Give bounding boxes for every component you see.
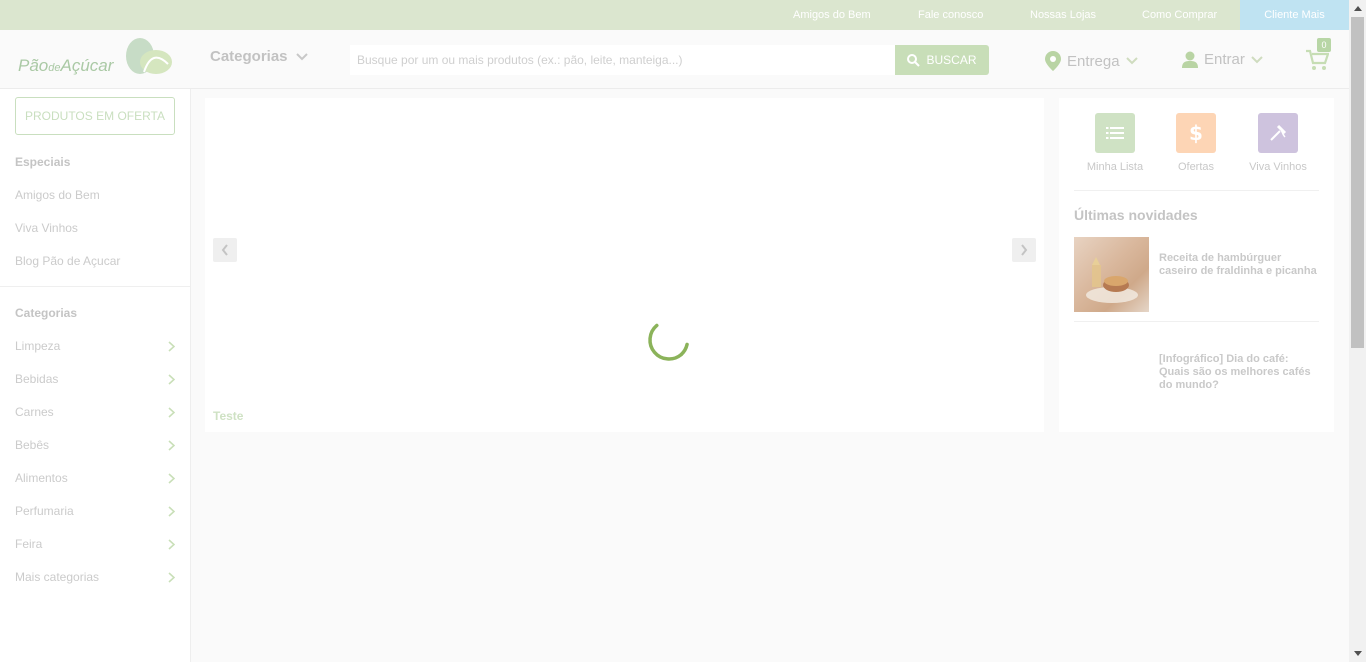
chevron-right-icon (168, 406, 175, 418)
news-link-dia-do-cafe[interactable]: [Infográfico] Dia do café: Quais são os … (1159, 353, 1319, 392)
news-link-hamburguer[interactable]: Receita de hambúrguer caseiro de fraldin… (1159, 252, 1319, 278)
sidebar-item-label: Mais categorias (15, 570, 100, 584)
panel-divider (1074, 190, 1319, 191)
sidebar-item-label: Carnes (15, 405, 54, 419)
chevron-right-icon (168, 538, 175, 550)
top-utility-bar: Amigos do Bem Fale conosco Nossas Lojas … (0, 0, 1349, 30)
entrar-dropdown[interactable]: Entrar (1182, 51, 1263, 68)
quick-link-label: Minha Lista (1086, 161, 1144, 173)
categorias-dropdown[interactable]: Categorias (210, 48, 308, 65)
ultimas-novidades-heading: Últimas novidades (1074, 207, 1198, 223)
right-panel: Minha Lista $ Ofertas Viva Vinhos Última… (1059, 98, 1334, 432)
sidebar-item-bebidas[interactable]: Bebidas (15, 372, 175, 386)
pao-de-acucar-logo[interactable]: PãodeAçúcar (18, 38, 173, 82)
scroll-up-arrow-icon[interactable] (1349, 0, 1366, 17)
banner-caption[interactable]: Teste (213, 409, 243, 423)
sidebar-item-limpeza[interactable]: Limpeza (15, 339, 175, 353)
sidebar-item-perfumaria[interactable]: Perfumaria (15, 504, 175, 518)
categorias-heading: Categorias (15, 306, 78, 320)
sidebar-divider (0, 286, 190, 287)
news-thumbnail-image[interactable] (1074, 237, 1149, 312)
sidebar-item-viva-vinhos[interactable]: Viva Vinhos (15, 221, 175, 235)
chevron-down-icon (1251, 55, 1263, 63)
cliente-mais-button[interactable]: Cliente Mais (1240, 0, 1349, 30)
main-header: PãodeAçúcar Categorias BUSCAR Entrega En… (0, 30, 1349, 89)
user-icon (1182, 51, 1198, 68)
search-button[interactable]: BUSCAR (895, 45, 989, 75)
quick-link-ofertas[interactable]: $ Ofertas (1156, 113, 1236, 173)
produtos-em-oferta-button[interactable]: PRODUTOS EM OFERTA (15, 97, 175, 135)
scrollbar-thumb[interactable] (1351, 17, 1364, 348)
chevron-right-icon (168, 373, 175, 385)
list-icon (1095, 113, 1135, 153)
chevron-left-icon (221, 244, 228, 256)
search-button-label: BUSCAR (926, 53, 977, 67)
carousel-prev-button[interactable] (213, 238, 237, 262)
sidebar-item-label: Bebês (15, 438, 50, 452)
chevron-right-icon (168, 340, 175, 352)
logo-leaf-icon (126, 38, 172, 74)
cart-button[interactable]: 0 (1305, 38, 1333, 74)
search-icon (907, 53, 921, 67)
sidebar-item-feira[interactable]: Feira (15, 537, 175, 551)
dollar-icon: $ (1176, 113, 1216, 153)
quick-link-minha-lista[interactable]: Minha Lista (1075, 113, 1155, 173)
sidebar-item-amigos-do-bem[interactable]: Amigos do Bem (15, 188, 175, 202)
sidebar-item-blog[interactable]: Blog Pão de Açucar (15, 254, 175, 268)
sidebar-item-alimentos[interactable]: Alimentos (15, 471, 175, 485)
chevron-right-icon (168, 472, 175, 484)
topbar-link-fale-conosco[interactable]: Fale conosco (918, 0, 983, 30)
sidebar-item-label: Blog Pão de Açucar (15, 254, 121, 268)
especiais-heading: Especiais (15, 155, 71, 169)
categorias-label: Categorias (210, 48, 288, 65)
sidebar-item-label: Feira (15, 537, 43, 551)
left-sidebar: PRODUTOS EM OFERTA Especiais Amigos do B… (0, 89, 191, 662)
loading-spinner-icon (648, 323, 689, 361)
chevron-right-icon (168, 571, 175, 583)
carousel-next-button[interactable] (1012, 238, 1036, 262)
topbar-link-amigos-do-bem[interactable]: Amigos do Bem (793, 0, 871, 30)
sidebar-item-label: Perfumaria (15, 504, 74, 518)
chevron-right-icon (168, 505, 175, 517)
chevron-right-icon (168, 439, 175, 451)
sidebar-item-bebes[interactable]: Bebês (15, 438, 175, 452)
sidebar-item-label: Limpeza (15, 339, 61, 353)
entrega-label: Entrega (1067, 52, 1120, 70)
page-scrollbar[interactable] (1349, 0, 1366, 662)
entrar-label: Entrar (1204, 51, 1245, 68)
sidebar-item-label: Viva Vinhos (15, 221, 78, 235)
sidebar-item-mais-categorias[interactable]: Mais categorias (15, 570, 175, 584)
corkscrew-icon (1258, 113, 1298, 153)
news-divider (1074, 321, 1319, 322)
sidebar-item-label: Alimentos (15, 471, 68, 485)
scroll-down-arrow-icon[interactable] (1349, 645, 1366, 662)
cart-count-badge: 0 (1317, 38, 1331, 52)
chevron-right-icon (1021, 244, 1028, 256)
chevron-down-icon (1125, 57, 1138, 65)
search-input[interactable] (350, 45, 895, 75)
sidebar-item-carnes[interactable]: Carnes (15, 405, 175, 419)
quick-link-label: Ofertas (1177, 161, 1215, 173)
quick-link-label: Viva Vinhos (1249, 161, 1307, 173)
logo-wordmark: PãodeAçúcar (18, 56, 114, 75)
topbar-link-como-comprar[interactable]: Como Comprar (1142, 0, 1217, 30)
topbar-link-nossas-lojas[interactable]: Nossas Lojas (1030, 0, 1096, 30)
sidebar-item-label: Amigos do Bem (15, 188, 100, 202)
chevron-down-icon (295, 52, 308, 60)
sidebar-item-label: Bebidas (15, 372, 59, 386)
quick-link-viva-vinhos[interactable]: Viva Vinhos (1238, 113, 1318, 173)
banner-carousel: Teste (205, 98, 1044, 432)
location-pin-icon (1045, 51, 1061, 71)
entrega-dropdown[interactable]: Entrega (1045, 51, 1138, 71)
